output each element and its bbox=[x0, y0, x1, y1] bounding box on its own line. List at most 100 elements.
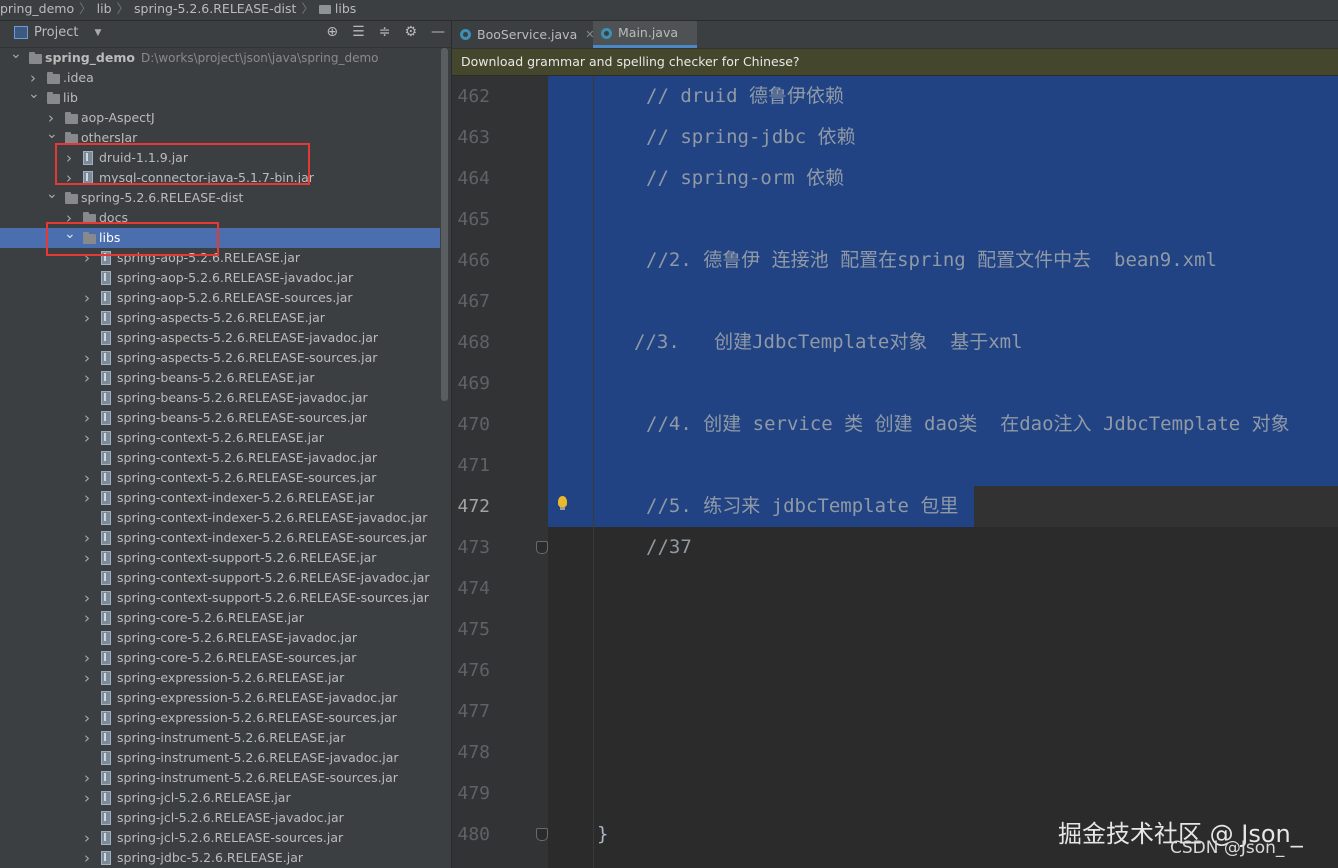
spellcheck-notice[interactable]: Download grammar and spelling checker fo… bbox=[452, 49, 1338, 75]
chevron-right-icon[interactable]: › bbox=[82, 768, 92, 788]
lightbulb-icon[interactable] bbox=[558, 496, 567, 510]
chevron-down-icon[interactable]: ⌄ bbox=[64, 224, 76, 244]
code-line[interactable]: 473 //37 bbox=[452, 527, 1338, 568]
gear-icon[interactable]: ⚙ bbox=[404, 24, 417, 40]
chevron-right-icon[interactable]: › bbox=[82, 728, 92, 748]
tree-item-jar[interactable]: › spring-jdbc-5.2.6.RELEASE.jar bbox=[0, 848, 440, 868]
chevron-right-icon[interactable]: › bbox=[82, 608, 92, 628]
code-line[interactable]: 465 bbox=[452, 199, 1338, 240]
code-line[interactable]: 475 bbox=[452, 609, 1338, 650]
tree-item-jar[interactable]: › spring-instrument-5.2.6.RELEASE.jar bbox=[0, 728, 440, 748]
code-line[interactable]: 478 bbox=[452, 732, 1338, 773]
tree-item-folder[interactable]: ⌄ spring-5.2.6.RELEASE-dist bbox=[0, 186, 440, 208]
tree-item-folder[interactable]: › .idea bbox=[0, 68, 440, 88]
breadcrumb-item-lib[interactable]: lib bbox=[97, 0, 112, 18]
code-line[interactable]: 463 // spring-jdbc 依赖 bbox=[452, 117, 1338, 158]
chevron-right-icon[interactable]: › bbox=[82, 288, 92, 308]
tree-item-jar[interactable]: › spring-context-5.2.6.RELEASE.jar bbox=[0, 428, 440, 448]
chevron-right-icon[interactable]: › bbox=[64, 168, 74, 188]
chevron-down-icon[interactable]: ⌄ bbox=[10, 44, 22, 64]
chevron-right-icon[interactable]: › bbox=[82, 348, 92, 368]
code-line[interactable]: 469 bbox=[452, 363, 1338, 404]
code-line[interactable]: 466 //2. 德鲁伊 连接池 配置在spring 配置文件中去 bean9.x… bbox=[452, 240, 1338, 281]
code-line[interactable]: 474 bbox=[452, 568, 1338, 609]
chevron-right-icon[interactable]: › bbox=[82, 828, 92, 848]
chevron-right-icon[interactable]: › bbox=[82, 308, 92, 328]
chevron-right-icon[interactable]: › bbox=[82, 248, 92, 268]
tree-item-jar[interactable]: › spring-beans-5.2.6.RELEASE.jar bbox=[0, 368, 440, 388]
tree-item-jar[interactable]: › mysql-connector-java-5.1.7-bin.jar bbox=[0, 168, 440, 188]
chevron-right-icon[interactable]: › bbox=[82, 668, 92, 688]
tree-item-jar[interactable]: › druid-1.1.9.jar bbox=[0, 148, 440, 168]
breadcrumb-item-libs[interactable]: libs bbox=[335, 0, 356, 18]
chevron-right-icon[interactable]: › bbox=[82, 468, 92, 488]
code-area[interactable]: 462 // druid 德鲁伊依赖 463 // spring-jdbc 依赖 464… bbox=[452, 76, 1338, 868]
chevron-down-icon[interactable]: ⌄ bbox=[46, 184, 58, 204]
tree-item-jar[interactable]: › spring-aspects-5.2.6.RELEASE.jar bbox=[0, 308, 440, 328]
chevron-right-icon[interactable]: › bbox=[82, 488, 92, 508]
tree-item-jar[interactable]: spring-context-5.2.6.RELEASE-javadoc.jar bbox=[0, 448, 440, 468]
tree-item-jar[interactable]: spring-context-indexer-5.2.6.RELEASE-jav… bbox=[0, 508, 440, 528]
tree-item-jar[interactable]: › spring-aspects-5.2.6.RELEASE-sources.ja… bbox=[0, 348, 440, 368]
tree-item-jar[interactable]: › spring-expression-5.2.6.RELEASE-sources… bbox=[0, 708, 440, 728]
project-view-selector[interactable]: Project ▼ bbox=[14, 25, 101, 40]
code-line[interactable]: 470 //4. 创建 service 类 创建 dao类 在dao注入 Jdbc… bbox=[452, 404, 1338, 445]
tree-item-jar[interactable]: spring-instrument-5.2.6.RELEASE-javadoc.… bbox=[0, 748, 440, 768]
tree-item-jar[interactable]: spring-core-5.2.6.RELEASE-javadoc.jar bbox=[0, 628, 440, 648]
tree-item-jar[interactable]: spring-aspects-5.2.6.RELEASE-javadoc.jar bbox=[0, 328, 440, 348]
chevron-right-icon[interactable]: › bbox=[82, 548, 92, 568]
minimize-icon[interactable]: — bbox=[431, 24, 445, 40]
tab-main[interactable]: Main.java bbox=[593, 21, 697, 48]
chevron-right-icon[interactable]: › bbox=[82, 708, 92, 728]
code-line[interactable]: 472 //5. 练习来 jdbcTemplate 包里 bbox=[452, 486, 1338, 527]
tree-item-folder[interactable]: ⌄ othersJar bbox=[0, 126, 440, 148]
fold-marker-icon[interactable] bbox=[536, 541, 548, 554]
tree-item-folder[interactable]: ⌄ libs bbox=[0, 226, 440, 248]
tree-item-jar[interactable]: › spring-context-support-5.2.6.RELEASE-so… bbox=[0, 588, 440, 608]
code-line[interactable]: 464 // spring-orm 依赖 bbox=[452, 158, 1338, 199]
code-line[interactable]: 477 bbox=[452, 691, 1338, 732]
tree-item-jar[interactable]: › spring-instrument-5.2.6.RELEASE-sources… bbox=[0, 768, 440, 788]
code-line[interactable]: 462 // druid 德鲁伊依赖 bbox=[452, 76, 1338, 117]
tree-item-jar[interactable]: spring-expression-5.2.6.RELEASE-javadoc.… bbox=[0, 688, 440, 708]
tree-item-jar[interactable]: › spring-jcl-5.2.6.RELEASE.jar bbox=[0, 788, 440, 808]
tree-item-jar[interactable]: › spring-jcl-5.2.6.RELEASE-sources.jar bbox=[0, 828, 440, 848]
chevron-right-icon[interactable]: › bbox=[82, 528, 92, 548]
chevron-right-icon[interactable]: › bbox=[64, 148, 74, 168]
tree-item-jar[interactable]: › spring-context-indexer-5.2.6.RELEASE.ja… bbox=[0, 488, 440, 508]
chevron-right-icon[interactable]: › bbox=[82, 848, 92, 868]
tree-item-jar[interactable]: › spring-beans-5.2.6.RELEASE-sources.jar bbox=[0, 408, 440, 428]
chevron-right-icon[interactable]: › bbox=[82, 408, 92, 428]
code-line[interactable]: 468 //3. 创建JdbcTemplate对象 基于xml bbox=[452, 322, 1338, 363]
locate-icon[interactable]: ⊕ bbox=[326, 24, 338, 40]
chevron-down-icon[interactable]: ⌄ bbox=[46, 124, 58, 144]
tree-item-jar[interactable]: › spring-aop-5.2.6.RELEASE-sources.jar bbox=[0, 288, 440, 308]
tree-item-jar[interactable]: › spring-context-indexer-5.2.6.RELEASE-so… bbox=[0, 528, 440, 548]
tree-scrollbar[interactable] bbox=[441, 48, 448, 401]
tree-item-jar[interactable]: spring-beans-5.2.6.RELEASE-javadoc.jar bbox=[0, 388, 440, 408]
breadcrumb-item-project[interactable]: pring_demo bbox=[0, 0, 74, 18]
chevron-right-icon[interactable]: › bbox=[82, 368, 92, 388]
tab-booservice[interactable]: BooService.java ✕ bbox=[452, 21, 604, 48]
tree-item-folder[interactable]: › aop-AspectJ bbox=[0, 108, 440, 128]
tree-item-folder[interactable]: ⌄ spring_demo D:\works\project\json\java\s… bbox=[0, 46, 440, 68]
code-line[interactable]: 479 bbox=[452, 773, 1338, 814]
code-line[interactable]: 467 bbox=[452, 281, 1338, 322]
tree-item-folder[interactable]: ⌄ lib bbox=[0, 86, 440, 108]
tree-item-jar[interactable]: › spring-core-5.2.6.RELEASE-sources.jar bbox=[0, 648, 440, 668]
breadcrumb-item-dist[interactable]: spring-5.2.6.RELEASE-dist bbox=[134, 0, 296, 18]
tree-item-jar[interactable]: spring-jcl-5.2.6.RELEASE-javadoc.jar bbox=[0, 808, 440, 828]
chevron-right-icon[interactable]: › bbox=[82, 428, 92, 448]
tree-item-jar[interactable]: › spring-context-5.2.6.RELEASE-sources.ja… bbox=[0, 468, 440, 488]
tree-item-jar[interactable]: spring-aop-5.2.6.RELEASE-javadoc.jar bbox=[0, 268, 440, 288]
tree-item-jar[interactable]: › spring-aop-5.2.6.RELEASE.jar bbox=[0, 248, 440, 268]
code-line[interactable]: 471 bbox=[452, 445, 1338, 486]
tree-item-jar[interactable]: › spring-expression-5.2.6.RELEASE.jar bbox=[0, 668, 440, 688]
tree-item-jar[interactable]: › spring-context-support-5.2.6.RELEASE.ja… bbox=[0, 548, 440, 568]
collapse-all-icon[interactable]: ≑ bbox=[379, 24, 391, 40]
tree-item-jar[interactable]: spring-context-support-5.2.6.RELEASE-jav… bbox=[0, 568, 440, 588]
fold-marker-icon[interactable] bbox=[536, 828, 548, 841]
expand-all-icon[interactable]: ☰ bbox=[352, 24, 365, 40]
chevron-down-icon[interactable]: ⌄ bbox=[28, 84, 40, 104]
chevron-right-icon[interactable]: › bbox=[82, 788, 92, 808]
